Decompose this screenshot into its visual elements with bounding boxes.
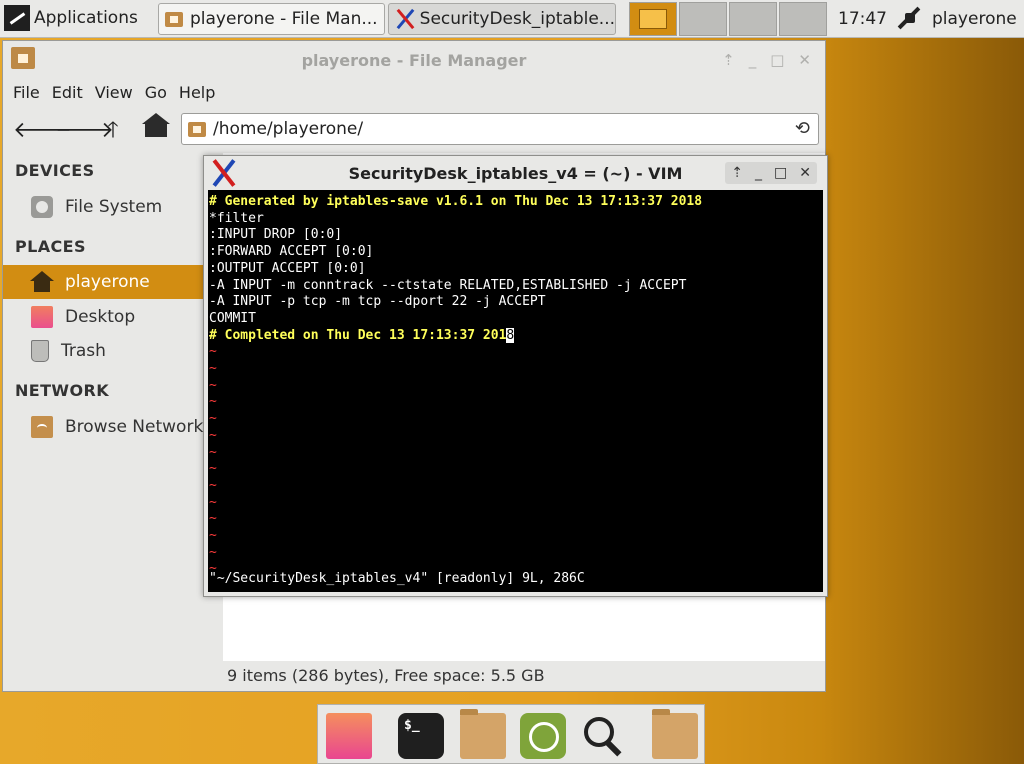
taskbar-label: playerone - File Man... xyxy=(190,9,378,29)
empty-line-tilde: ~ xyxy=(209,394,217,410)
empty-line-tilde: ~ xyxy=(209,477,217,493)
trash-icon xyxy=(31,340,49,362)
vim-text-area[interactable]: # Generated by iptables-save v1.6.1 on T… xyxy=(208,190,823,592)
editor-line: :FORWARD ACCEPT [0:0] xyxy=(209,244,374,260)
applications-menu-button[interactable]: Applications xyxy=(4,4,138,32)
vim-window: SecurityDesk_iptables_v4 = (~) - VIM ⇡ _… xyxy=(203,155,828,597)
folder-icon[interactable] xyxy=(652,709,698,759)
applications-logo-icon xyxy=(4,5,30,31)
sidebar-item-label: Trash xyxy=(61,341,106,361)
search-icon[interactable] xyxy=(580,713,626,759)
reload-icon[interactable]: ⟲ xyxy=(795,118,810,139)
menu-edit[interactable]: Edit xyxy=(42,79,83,109)
sidebar-item-label: Browse Network xyxy=(65,417,204,437)
top-panel: Applications playerone - File Man... Sec… xyxy=(0,0,1024,38)
editor-line: # Completed on Thu Dec 13 17:13:37 201 xyxy=(209,327,507,343)
maximize-icon[interactable]: □ xyxy=(774,165,787,181)
location-bar[interactable]: /home/playerone/ ⟲ xyxy=(181,113,819,145)
roll-up-icon[interactable]: ⇡ xyxy=(722,51,735,69)
sidebar-item-label: Desktop xyxy=(65,307,136,327)
sidebar-item-browse-network[interactable]: Browse Network xyxy=(3,410,223,444)
empty-line-tilde: ~ xyxy=(209,544,217,560)
home-icon[interactable] xyxy=(142,113,170,137)
vim-status-line: "~/SecurityDesk_iptables_v4" [readonly] … xyxy=(209,571,585,587)
window-title: playerone - File Manager xyxy=(301,51,527,70)
home-icon xyxy=(30,271,54,293)
maximize-icon[interactable]: □ xyxy=(770,51,784,69)
editor-line: # Generated by iptables-save v1.6.1 on T… xyxy=(209,194,703,209)
close-icon[interactable]: ✕ xyxy=(798,51,811,69)
sidebar-item-trash[interactable]: Trash xyxy=(3,334,223,368)
roll-up-icon[interactable]: ⇡ xyxy=(731,165,743,181)
empty-line-tilde: ~ xyxy=(209,461,217,477)
editor-line: -A INPUT -p tcp -m tcp --dport 22 -j ACC… xyxy=(209,294,546,310)
taskbar-vim[interactable]: SecurityDesk_iptable... xyxy=(388,3,616,35)
terminal-glyph: $_ xyxy=(404,718,420,733)
taskbar-file-manager[interactable]: playerone - File Man... xyxy=(158,3,385,35)
clock[interactable]: 17:47 xyxy=(838,9,887,29)
forward-arrow-icon[interactable]: 🡒 xyxy=(55,117,114,145)
minimize-icon[interactable]: _ xyxy=(749,51,757,69)
up-arrow-icon[interactable]: 🡑 xyxy=(99,117,127,145)
location-path: /home/playerone/ xyxy=(213,119,364,139)
toolbar: 🡐 🡒 🡑 /home/playerone/ ⟲ xyxy=(3,109,825,153)
network-plug-icon[interactable] xyxy=(896,5,922,31)
user-menu[interactable]: playerone xyxy=(932,9,1017,29)
web-browser-icon[interactable] xyxy=(520,713,566,759)
sidebar-item-file-system[interactable]: File System xyxy=(3,190,223,224)
folder-icon xyxy=(165,11,183,27)
terminal-icon[interactable]: $_ xyxy=(398,713,444,759)
section-places: PLACES xyxy=(15,237,86,256)
editor-line: :OUTPUT ACCEPT [0:0] xyxy=(209,260,366,276)
empty-line-tilde: ~ xyxy=(209,344,217,360)
back-arrow-icon[interactable]: 🡐 xyxy=(13,117,72,145)
workspace-2[interactable] xyxy=(679,2,727,36)
sidebar: DEVICES File System PLACES playerone Des… xyxy=(3,153,223,691)
empty-line-tilde: ~ xyxy=(209,444,217,460)
empty-line-tilde: ~ xyxy=(209,494,217,510)
applications-label: Applications xyxy=(34,8,138,28)
menu-help[interactable]: Help xyxy=(169,79,215,109)
section-network: NETWORK xyxy=(15,381,110,400)
empty-line-tilde: ~ xyxy=(209,377,217,393)
status-bar: 9 items (286 bytes), Free space: 5.5 GB xyxy=(223,661,825,691)
empty-line-tilde: ~ xyxy=(209,411,217,427)
minimize-icon[interactable]: _ xyxy=(755,165,762,181)
editor-line: :INPUT DROP [0:0] xyxy=(209,227,343,243)
text-cursor: 8 xyxy=(506,327,515,343)
empty-line-tilde: ~ xyxy=(209,511,217,527)
folder-icon[interactable] xyxy=(460,709,506,759)
sidebar-item-desktop[interactable]: Desktop xyxy=(3,300,223,334)
workspace-1[interactable] xyxy=(629,2,677,36)
file-manager-titlebar[interactable]: playerone - File Manager ⇡ _ □ ✕ xyxy=(3,41,825,79)
empty-line-tilde: ~ xyxy=(209,361,217,377)
desktop-icon xyxy=(31,306,53,328)
empty-line-tilde: ~ xyxy=(209,427,217,443)
section-devices: DEVICES xyxy=(15,161,95,180)
vim-titlebar[interactable]: SecurityDesk_iptables_v4 = (~) - VIM ⇡ _… xyxy=(204,156,827,190)
menu-view[interactable]: View xyxy=(85,79,133,109)
desktop-icon[interactable] xyxy=(326,713,372,759)
menu-bar: File Edit View Go Help xyxy=(3,79,825,109)
empty-line-tilde: ~ xyxy=(209,528,217,544)
workspace-3[interactable] xyxy=(729,2,777,36)
editor-line: *filter xyxy=(209,210,264,226)
taskbar-label: SecurityDesk_iptable... xyxy=(419,9,615,29)
sidebar-item-label: File System xyxy=(65,197,163,217)
editor-line: COMMIT xyxy=(209,310,256,326)
menu-file[interactable]: File xyxy=(3,79,40,109)
close-icon[interactable]: ✕ xyxy=(799,165,811,181)
sidebar-item-label: playerone xyxy=(65,272,150,292)
folder-icon xyxy=(188,121,206,137)
dock: $_ xyxy=(317,704,705,764)
menu-go[interactable]: Go xyxy=(135,79,167,109)
vim-x-icon xyxy=(395,9,412,29)
workspace-4[interactable] xyxy=(779,2,827,36)
disk-icon xyxy=(31,196,53,218)
sidebar-item-playerone[interactable]: playerone xyxy=(3,265,223,299)
network-folder-icon xyxy=(31,416,53,438)
editor-line: -A INPUT -m conntrack --ctstate RELATED,… xyxy=(209,277,687,293)
